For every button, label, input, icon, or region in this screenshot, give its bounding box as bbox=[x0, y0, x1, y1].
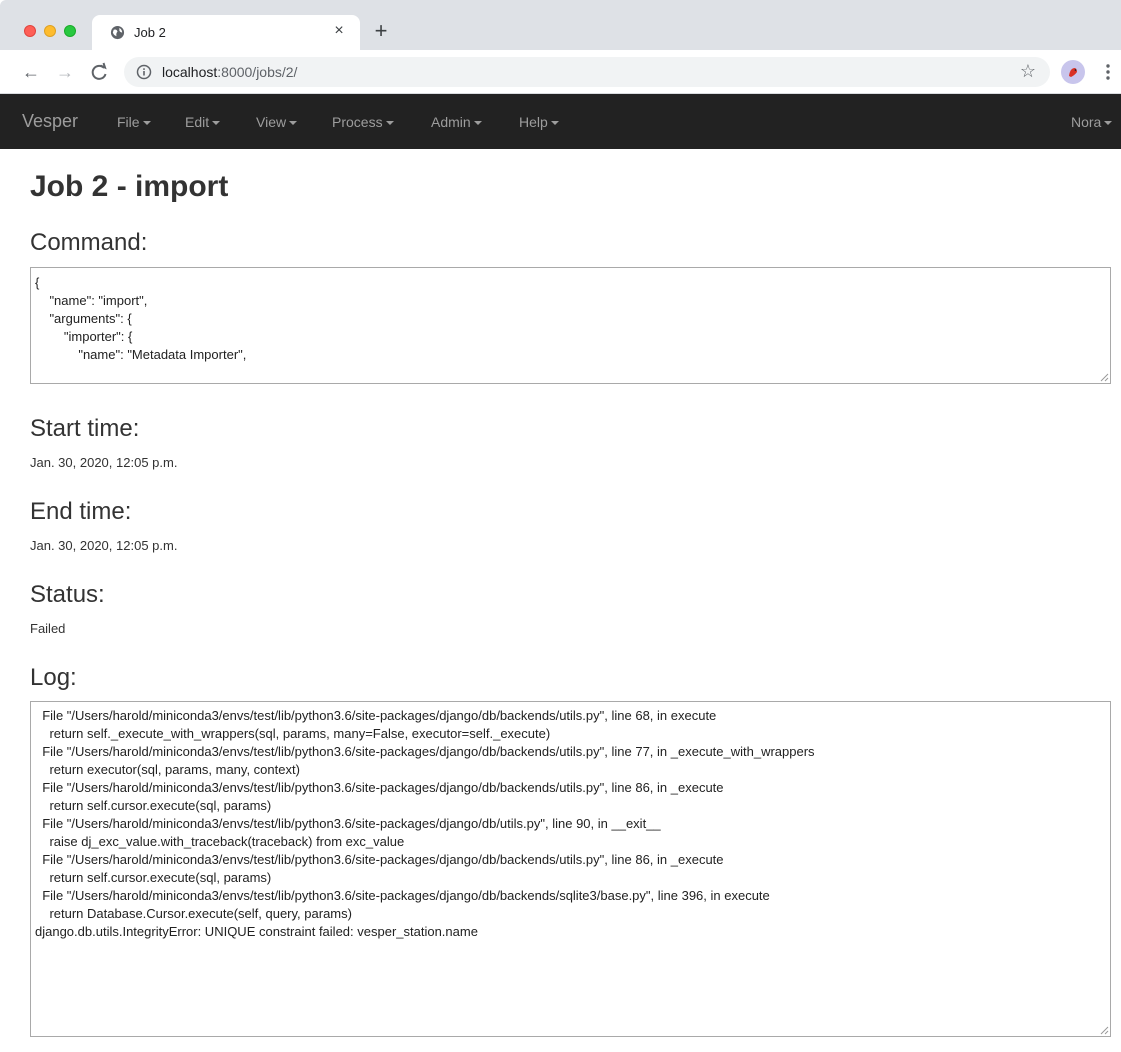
menu-user[interactable]: Nora bbox=[1071, 114, 1113, 130]
menu-file-label: File bbox=[117, 114, 140, 130]
maximize-window-button[interactable] bbox=[64, 25, 76, 37]
status-heading: Status: bbox=[30, 581, 105, 608]
caret-down-icon bbox=[212, 121, 221, 126]
status-value: Failed bbox=[30, 621, 66, 636]
menu-admin[interactable]: Admin bbox=[431, 114, 482, 130]
end-time-heading: End time: bbox=[30, 498, 132, 525]
menu-help[interactable]: Help bbox=[519, 114, 559, 130]
menu-help-label: Help bbox=[519, 114, 548, 130]
reload-icon[interactable] bbox=[88, 61, 110, 83]
profile-avatar-icon[interactable] bbox=[1061, 60, 1085, 84]
bird-icon bbox=[1069, 68, 1077, 77]
log-text: File "/Users/harold/miniconda3/envs/test… bbox=[35, 708, 815, 939]
menu-user-label: Nora bbox=[1071, 114, 1102, 130]
tab-title: Job 2 bbox=[134, 25, 166, 40]
menu-edit-label: Edit bbox=[185, 114, 210, 130]
caret-down-icon bbox=[385, 121, 394, 126]
globe-icon bbox=[110, 25, 125, 40]
kebab-menu-icon[interactable] bbox=[1100, 60, 1116, 84]
caret-down-icon bbox=[473, 121, 482, 126]
caret-down-icon bbox=[1104, 121, 1113, 126]
menu-file[interactable]: File bbox=[117, 114, 151, 130]
brand-link[interactable]: Vesper bbox=[22, 111, 78, 132]
bookmark-star-icon[interactable]: ☆ bbox=[1020, 61, 1036, 82]
resize-handle-icon[interactable] bbox=[1099, 1025, 1109, 1035]
menu-view-label: View bbox=[256, 114, 287, 130]
log-heading: Log: bbox=[30, 664, 77, 691]
menu-view[interactable]: View bbox=[256, 114, 298, 130]
close-window-button[interactable] bbox=[24, 25, 36, 37]
browser-tab-bar: Job 2 × + bbox=[0, 0, 1121, 50]
forward-arrow-icon[interactable]: → bbox=[54, 61, 76, 83]
app-navbar: Vesper File Edit View Process Admin Help… bbox=[0, 94, 1121, 149]
command-textarea[interactable]: { "name": "import", "arguments": { "impo… bbox=[30, 267, 1111, 384]
caret-down-icon bbox=[550, 121, 559, 126]
minimize-window-button[interactable] bbox=[44, 25, 56, 37]
menu-process-label: Process bbox=[332, 114, 383, 130]
page-title: Job 2 - import bbox=[30, 170, 229, 203]
command-text: { "name": "import", "arguments": { "impo… bbox=[35, 275, 247, 362]
end-time-value: Jan. 30, 2020, 12:05 p.m. bbox=[30, 538, 178, 553]
url-path: :8000/jobs/2/ bbox=[217, 64, 298, 80]
menu-process[interactable]: Process bbox=[332, 114, 394, 130]
browser-tab[interactable]: Job 2 × bbox=[92, 15, 360, 50]
command-heading: Command: bbox=[30, 229, 148, 256]
browser-toolbar: ← → localhost:8000/jobs/2/ ☆ bbox=[0, 50, 1121, 94]
address-bar[interactable]: localhost:8000/jobs/2/ ☆ bbox=[124, 57, 1050, 87]
caret-down-icon bbox=[142, 121, 151, 126]
menu-admin-label: Admin bbox=[431, 114, 471, 130]
url-host: localhost bbox=[162, 64, 218, 80]
info-icon[interactable] bbox=[136, 64, 152, 80]
back-arrow-icon[interactable]: ← bbox=[20, 61, 42, 83]
start-time-value: Jan. 30, 2020, 12:05 p.m. bbox=[30, 455, 178, 470]
new-tab-button[interactable]: + bbox=[370, 20, 392, 42]
caret-down-icon bbox=[289, 121, 298, 126]
url-text: localhost:8000/jobs/2/ bbox=[162, 64, 297, 80]
menu-edit[interactable]: Edit bbox=[185, 114, 221, 130]
tab-close-icon[interactable]: × bbox=[330, 22, 348, 40]
log-textarea[interactable]: File "/Users/harold/miniconda3/envs/test… bbox=[30, 701, 1111, 1037]
resize-handle-icon[interactable] bbox=[1099, 372, 1109, 382]
start-time-heading: Start time: bbox=[30, 415, 140, 442]
